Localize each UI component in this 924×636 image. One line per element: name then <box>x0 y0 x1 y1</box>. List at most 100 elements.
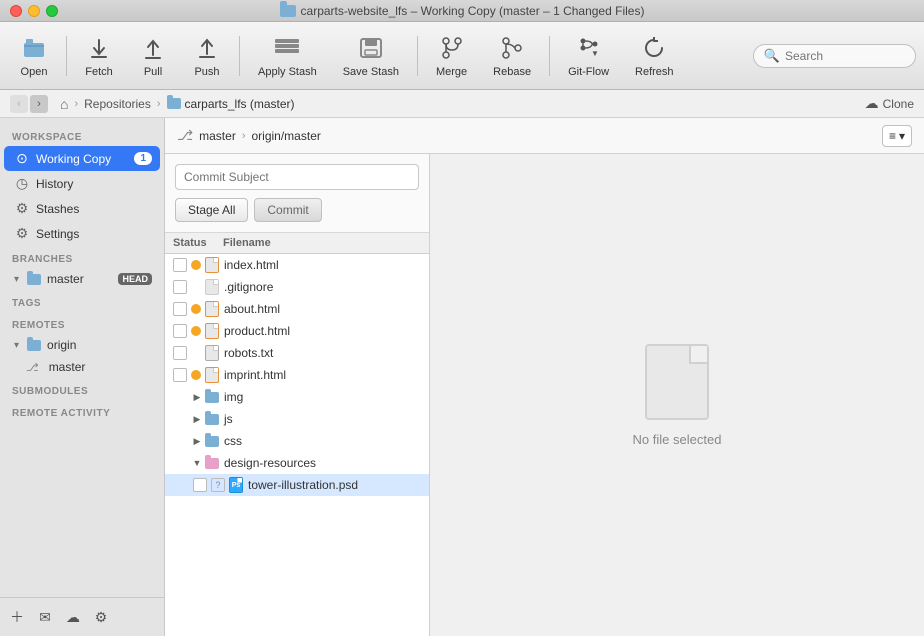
file-checkbox-index[interactable] <box>173 258 187 272</box>
sidebar: Workspace ⊙ Working Copy 1 ◷ History ⚙ S… <box>0 118 165 636</box>
file-row-gitignore[interactable]: .gitignore <box>165 276 429 298</box>
forward-button[interactable]: › <box>30 95 48 113</box>
preview-panel: No file selected <box>430 154 924 636</box>
status-dot-product <box>191 326 201 336</box>
filename-gitignore: .gitignore <box>224 280 273 294</box>
refresh-button[interactable]: Refresh <box>623 28 686 84</box>
home-icon[interactable]: ⌂ <box>60 96 68 112</box>
search-box[interactable]: 🔍 <box>753 44 916 68</box>
pull-button[interactable]: Pull <box>127 28 179 84</box>
merge-label: Merge <box>436 66 467 78</box>
add-button[interactable]: ＋ <box>6 606 28 628</box>
sidebar-item-stashes[interactable]: ⚙ Stashes <box>4 196 160 221</box>
sidebar-item-working-copy[interactable]: ⊙ Working Copy 1 <box>4 146 160 171</box>
branch-chevron: ▾ <box>14 274 19 285</box>
fetch-label: Fetch <box>85 66 113 78</box>
title-bar: carparts-website_lfs – Working Copy (mas… <box>0 0 924 22</box>
file-icon-product <box>205 323 219 339</box>
tags-section-header: Tags <box>0 290 164 312</box>
cloud-footer-button[interactable]: ☁ <box>62 606 84 628</box>
folder-row-design-resources[interactable]: ▼ design-resources <box>165 452 429 474</box>
file-checkbox-imprint[interactable] <box>173 368 187 382</box>
sidebar-item-origin-master[interactable]: ⎇ master <box>4 356 160 378</box>
nav-arrows: ‹ › <box>10 95 48 113</box>
folder-row-js[interactable]: ▶ js <box>165 408 429 430</box>
traffic-lights[interactable] <box>10 5 58 17</box>
search-input[interactable] <box>785 49 905 63</box>
folder-expand-img[interactable]: ▶ <box>191 391 203 403</box>
file-checkbox-tower[interactable] <box>193 478 207 492</box>
git-flow-button[interactable]: ▼ Git-Flow <box>556 28 621 84</box>
file-row-product-html[interactable]: product.html <box>165 320 429 342</box>
sidebar-item-history[interactable]: ◷ History <box>4 171 160 196</box>
file-row-imprint-html[interactable]: imprint.html <box>165 364 429 386</box>
filename-tower: tower-illustration.psd <box>248 478 358 492</box>
sidebar-item-settings[interactable]: ⚙ Settings <box>4 221 160 246</box>
rebase-button[interactable]: Rebase <box>481 28 543 84</box>
menu-icon: ≡ <box>889 129 896 143</box>
save-stash-icon <box>357 34 385 62</box>
repositories-breadcrumb[interactable]: Repositories <box>84 97 151 111</box>
folder-icon-img <box>205 392 219 403</box>
file-row-index-html[interactable]: index.html <box>165 254 429 276</box>
sidebar-item-origin[interactable]: ▾ origin <box>4 334 160 356</box>
file-row-robots-txt[interactable]: robots.txt <box>165 342 429 364</box>
folder-icon-design-resources <box>205 458 219 469</box>
apply-stash-label: Apply Stash <box>258 66 317 78</box>
filename-robots: robots.txt <box>224 346 273 360</box>
maximize-button[interactable] <box>46 5 58 17</box>
mail-button[interactable]: ✉ <box>34 606 56 628</box>
origin-label: origin <box>47 338 152 352</box>
folder-expand-js[interactable]: ▶ <box>191 413 203 425</box>
no-file-icon <box>645 344 709 420</box>
current-repo-breadcrumb[interactable]: carparts_lfs (master) <box>167 97 295 111</box>
commit-subject-input[interactable] <box>175 164 419 190</box>
save-stash-label: Save Stash <box>343 66 399 78</box>
filename-column-header: Filename <box>223 237 421 249</box>
file-checkbox-robots[interactable] <box>173 346 187 360</box>
status-dot-imprint <box>191 370 201 380</box>
branch-folder-icon <box>27 274 41 285</box>
file-checkbox-gitignore[interactable] <box>173 280 187 294</box>
toolbar-sep-4 <box>549 36 550 76</box>
commit-button[interactable]: Commit <box>254 198 321 222</box>
merge-button[interactable]: Merge <box>424 28 479 84</box>
status-dot-robots <box>191 348 201 358</box>
folder-row-img[interactable]: ▶ img <box>165 386 429 408</box>
refresh-icon <box>640 34 668 62</box>
file-checkbox-about[interactable] <box>173 302 187 316</box>
branch-bar: ⎇ master › origin/master ≡ ▾ <box>165 118 924 154</box>
push-button[interactable]: Push <box>181 28 233 84</box>
folder-expand-design-resources[interactable]: ▼ <box>191 457 203 469</box>
branch-icon: ⎇ <box>177 127 193 144</box>
clone-button[interactable]: ☁ Clone <box>865 95 914 112</box>
search-icon: 🔍 <box>764 48 780 64</box>
save-stash-button[interactable]: Save Stash <box>331 28 411 84</box>
toolbar-sep-1 <box>66 36 67 76</box>
foldername-img: img <box>224 390 243 404</box>
breadcrumb-bar: ‹ › ⌂ › Repositories › carparts_lfs (mas… <box>0 90 924 118</box>
close-button[interactable] <box>10 5 22 17</box>
file-list-header: Status Filename <box>165 233 429 254</box>
minimize-button[interactable] <box>28 5 40 17</box>
back-button[interactable]: ‹ <box>10 95 28 113</box>
folder-expand-css[interactable]: ▶ <box>191 435 203 447</box>
sidebar-item-master[interactable]: ▾ master HEAD <box>4 268 160 290</box>
remote-activity-section-header: Remote Activity <box>0 400 164 422</box>
file-checkbox-product[interactable] <box>173 324 187 338</box>
cloud-icon: ☁ <box>865 95 879 112</box>
file-icon-tower: Ps <box>229 477 243 493</box>
head-badge: HEAD <box>118 273 152 285</box>
toolbar: Open Fetch Pull <box>0 22 924 90</box>
status-dot-index <box>191 260 201 270</box>
fetch-button[interactable]: Fetch <box>73 28 125 84</box>
stage-all-button[interactable]: Stage All <box>175 198 248 222</box>
remotes-section-header: Remotes <box>0 312 164 334</box>
open-button[interactable]: Open <box>8 28 60 84</box>
file-row-about-html[interactable]: about.html <box>165 298 429 320</box>
apply-stash-button[interactable]: Apply Stash <box>246 28 329 84</box>
branch-menu-button[interactable]: ≡ ▾ <box>882 125 912 147</box>
folder-row-css[interactable]: ▶ css <box>165 430 429 452</box>
gear-footer-button[interactable]: ⚙ <box>90 606 112 628</box>
file-row-tower-psd[interactable]: ? Ps tower-illustration.psd <box>165 474 429 496</box>
